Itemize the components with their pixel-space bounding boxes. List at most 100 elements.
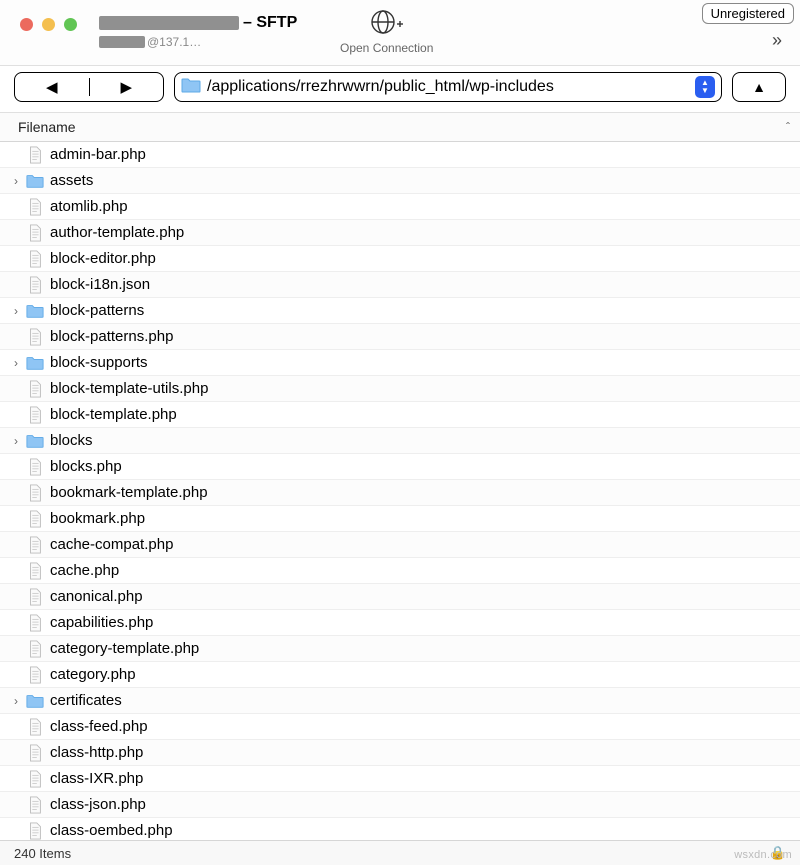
disclosure-triangle[interactable]: › — [8, 694, 24, 708]
unregistered-badge[interactable]: Unregistered — [702, 3, 794, 24]
folder-row[interactable]: › block-patterns — [0, 298, 800, 324]
file-icon — [24, 250, 46, 268]
file-icon — [24, 458, 46, 476]
open-connection-button[interactable]: Open Connection — [340, 8, 433, 55]
file-name: blocks — [50, 432, 93, 449]
minimize-window-button[interactable] — [42, 18, 55, 31]
file-icon — [24, 588, 46, 606]
file-icon — [24, 380, 46, 398]
file-icon — [24, 562, 46, 580]
file-row[interactable]: block-template.php — [0, 402, 800, 428]
folder-row[interactable]: › block-supports — [0, 350, 800, 376]
file-name: assets — [50, 172, 93, 189]
toolbar-overflow-button[interactable]: » — [772, 30, 782, 51]
file-row[interactable]: class-json.php — [0, 792, 800, 818]
file-name: bookmark-template.php — [50, 484, 208, 501]
titlebar: – SFTP @137.1… Open Connection » Unregis… — [0, 0, 800, 66]
file-name: blocks.php — [50, 458, 122, 475]
file-name: block-patterns — [50, 302, 144, 319]
file-name: canonical.php — [50, 588, 143, 605]
folder-row[interactable]: › certificates — [0, 688, 800, 714]
status-bar: 240 Items 🔒 — [0, 841, 800, 865]
file-icon — [24, 614, 46, 632]
server-title: – SFTP @137.1… — [99, 14, 297, 49]
folder-icon — [24, 172, 46, 190]
file-name: block-supports — [50, 354, 148, 371]
chevron-down-icon: ▼ — [701, 87, 709, 95]
file-icon — [24, 198, 46, 216]
sort-indicator-icon[interactable]: ˆ — [786, 120, 790, 134]
hostname-redacted — [99, 16, 239, 30]
file-icon — [24, 718, 46, 736]
file-list[interactable]: admin-bar.php › assets atomlib.php author-te… — [0, 142, 800, 841]
file-row[interactable]: blocks.php — [0, 454, 800, 480]
file-row[interactable]: block-i18n.json — [0, 272, 800, 298]
file-row[interactable]: cache-compat.php — [0, 532, 800, 558]
file-name: certificates — [50, 692, 122, 709]
folder-icon — [24, 432, 46, 450]
file-icon — [24, 796, 46, 814]
path-bar[interactable]: /applications/rrezhrwwrn/public_html/wp-… — [174, 72, 722, 102]
file-row[interactable]: class-IXR.php — [0, 766, 800, 792]
path-history-stepper[interactable]: ▲ ▼ — [695, 76, 715, 98]
file-icon — [24, 406, 46, 424]
file-row[interactable]: class-http.php — [0, 740, 800, 766]
file-row[interactable]: capabilities.php — [0, 610, 800, 636]
file-row[interactable]: cache.php — [0, 558, 800, 584]
file-icon — [24, 146, 46, 164]
file-row[interactable]: author-template.php — [0, 220, 800, 246]
forward-button[interactable]: ▶ — [90, 78, 164, 96]
disclosure-triangle[interactable]: › — [8, 174, 24, 188]
file-row[interactable]: block-template-utils.php — [0, 376, 800, 402]
file-name: category-template.php — [50, 640, 199, 657]
file-name: cache.php — [50, 562, 119, 579]
file-icon — [24, 666, 46, 684]
folder-icon — [24, 354, 46, 372]
file-icon — [24, 484, 46, 502]
go-up-button[interactable]: ▲ — [732, 72, 786, 102]
disclosure-triangle[interactable]: › — [8, 434, 24, 448]
close-window-button[interactable] — [20, 18, 33, 31]
file-name: author-template.php — [50, 224, 184, 241]
file-row[interactable]: class-oembed.php — [0, 818, 800, 841]
file-name: class-json.php — [50, 796, 146, 813]
disclosure-triangle[interactable]: › — [8, 304, 24, 318]
file-name: admin-bar.php — [50, 146, 146, 163]
file-row[interactable]: class-feed.php — [0, 714, 800, 740]
file-row[interactable]: bookmark-template.php — [0, 480, 800, 506]
file-name: block-editor.php — [50, 250, 156, 267]
folder-row[interactable]: › assets — [0, 168, 800, 194]
column-header-row[interactable]: Filename ˆ — [0, 113, 800, 142]
file-icon — [24, 770, 46, 788]
file-row[interactable]: canonical.php — [0, 584, 800, 610]
file-name: capabilities.php — [50, 614, 153, 631]
globe-plus-icon — [369, 8, 405, 39]
window-controls — [20, 18, 77, 31]
file-icon — [24, 510, 46, 528]
file-row[interactable]: category-template.php — [0, 636, 800, 662]
file-row[interactable]: category.php — [0, 662, 800, 688]
file-icon — [24, 822, 46, 840]
folder-icon — [181, 77, 201, 98]
username-redacted — [99, 36, 145, 48]
folder-row[interactable]: › blocks — [0, 428, 800, 454]
back-button[interactable]: ◀ — [15, 78, 89, 96]
folder-icon — [24, 692, 46, 710]
file-name: block-template.php — [50, 406, 177, 423]
file-icon — [24, 640, 46, 658]
file-row[interactable]: bookmark.php — [0, 506, 800, 532]
file-name: block-i18n.json — [50, 276, 150, 293]
file-row[interactable]: atomlib.php — [0, 194, 800, 220]
file-row[interactable]: block-patterns.php — [0, 324, 800, 350]
file-icon — [24, 536, 46, 554]
path-text: /applications/rrezhrwwrn/public_html/wp-… — [207, 78, 689, 96]
disclosure-triangle[interactable]: › — [8, 356, 24, 370]
filename-column-header[interactable]: Filename — [18, 119, 786, 135]
file-name: block-template-utils.php — [50, 380, 208, 397]
item-count: 240 Items — [14, 846, 71, 861]
folder-icon — [24, 302, 46, 320]
server-address-fragment: @137.1… — [147, 35, 201, 49]
file-row[interactable]: block-editor.php — [0, 246, 800, 272]
file-row[interactable]: admin-bar.php — [0, 142, 800, 168]
zoom-window-button[interactable] — [64, 18, 77, 31]
